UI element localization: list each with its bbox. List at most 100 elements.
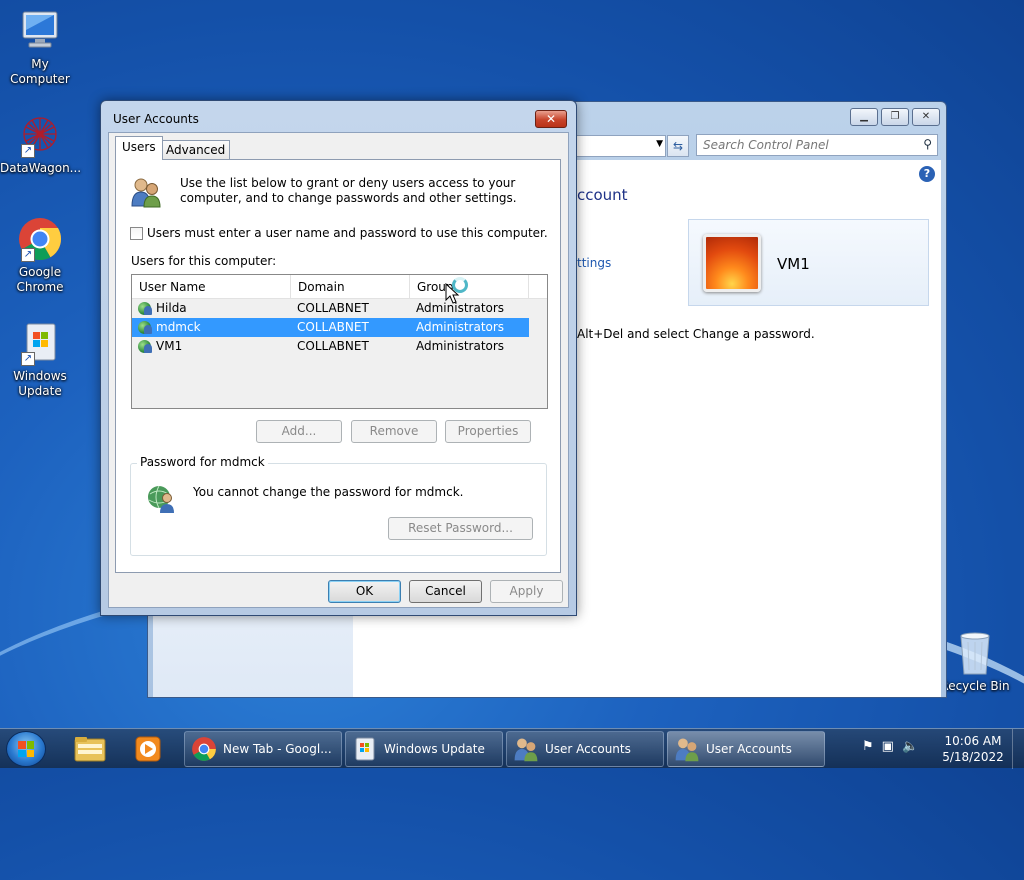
users-icon	[130, 176, 162, 208]
window-caption-buttons: ▁ ❐ ✕	[850, 108, 940, 126]
shortcut-arrow-icon: ↗	[21, 144, 35, 158]
datawagon-icon: ↗	[17, 112, 63, 158]
user-globe-icon	[138, 301, 153, 316]
media-player-icon	[135, 736, 161, 762]
column-header-domain[interactable]: Domain	[291, 275, 410, 298]
chrome-icon: ↗	[17, 216, 63, 262]
desktop-icon-recycle-bin[interactable]: Recycle Bin	[935, 630, 1015, 694]
users-list-label: Users for this computer:	[131, 254, 277, 268]
properties-button[interactable]: Properties	[445, 420, 531, 443]
folder-icon	[74, 737, 106, 762]
close-button[interactable]: ✕	[535, 110, 567, 128]
address-bar[interactable]: ▼	[568, 135, 666, 157]
user-accounts-dialog[interactable]: User Accounts ✕ Users Advanced Use the l…	[100, 100, 577, 616]
add-user-button[interactable]: Add...	[256, 420, 342, 443]
users-tab-panel: Use the list below to grant or deny user…	[115, 159, 561, 573]
desktop-icon-label: Windows Update	[13, 369, 67, 398]
maximize-button[interactable]: ❐	[881, 108, 909, 126]
column-header-filler	[529, 275, 547, 298]
taskbar-item-label: New Tab - Googl...	[223, 742, 332, 756]
cell-domain: COLLABNET	[297, 339, 369, 353]
password-group-title: Password for mdmck	[137, 455, 268, 469]
taskbar: New Tab - Googl... Windows Update User A…	[0, 728, 1024, 769]
password-group: Password for mdmck You cannot change the…	[130, 455, 547, 556]
search-input[interactable]: Search Control Panel ⚲	[696, 134, 938, 156]
password-message: You cannot change the password for mdmck…	[193, 485, 464, 499]
users-list[interactable]: User Name Domain Group Hilda COLLABNET A…	[131, 274, 548, 409]
checkbox-box[interactable]	[130, 226, 143, 240]
shortcut-arrow-icon: ↗	[21, 248, 35, 262]
table-row[interactable]: VM1 COLLABNET Administrators	[132, 337, 547, 356]
ok-button[interactable]: OK	[328, 580, 401, 603]
network-icon[interactable]: ▣	[882, 739, 894, 754]
taskbar-item-user-accounts-active[interactable]: User Accounts	[667, 731, 825, 767]
close-button[interactable]: ✕	[912, 108, 940, 126]
user-globe-icon	[138, 339, 153, 354]
settings-link[interactable]: ttings	[577, 256, 611, 270]
table-row[interactable]: Hilda COLLABNET Administrators	[132, 299, 547, 318]
desktop-icon-windows-update[interactable]: ↗ Windows Update	[0, 320, 80, 399]
require-password-checkbox[interactable]: Users must enter a user name and passwor…	[130, 226, 548, 240]
cell-domain: COLLABNET	[297, 320, 369, 334]
windows-update-icon: ↗	[17, 320, 63, 366]
account-tile: VM1	[688, 219, 929, 306]
chrome-icon	[191, 736, 217, 762]
list-header: User Name Domain Group	[132, 275, 547, 299]
checkbox-label[interactable]: Users must enter a user name and passwor…	[147, 226, 548, 240]
cell-user-name: mdmck	[156, 320, 201, 334]
taskbar-item-windows-update[interactable]: Windows Update	[345, 731, 503, 767]
search-icon[interactable]: ⚲	[923, 137, 932, 151]
desktop-icon-datawagon[interactable]: ↗ DataWagon...	[0, 112, 82, 176]
help-icon[interactable]: ?	[919, 166, 935, 182]
start-button[interactable]	[6, 731, 46, 767]
desktop-icon-label: DataWagon...	[0, 161, 82, 175]
pinned-media-player[interactable]	[122, 732, 174, 766]
user-globe-icon	[147, 484, 177, 514]
remove-user-button[interactable]: Remove	[351, 420, 437, 443]
cell-user-name: Hilda	[156, 301, 187, 315]
page-heading: ccount	[577, 186, 628, 204]
mouse-pointer-icon	[445, 282, 461, 305]
tab-users[interactable]: Users	[115, 136, 163, 160]
taskbar-item-label: User Accounts	[706, 742, 792, 756]
cancel-button[interactable]: Cancel	[409, 580, 482, 603]
desktop-icon-label: My Computer	[10, 57, 70, 86]
account-picture	[703, 234, 761, 292]
clock-date: 5/18/2022	[942, 750, 1004, 764]
pinned-explorer[interactable]	[64, 732, 116, 766]
desktop-icon-google-chrome[interactable]: ↗ Google Chrome	[0, 216, 80, 295]
cell-domain: COLLABNET	[297, 301, 369, 315]
volume-icon[interactable]: 🔈	[902, 739, 918, 754]
chevron-down-icon[interactable]: ▼	[656, 139, 663, 149]
clock-time: 10:06 AM	[944, 734, 1002, 748]
dialog-client-area: Users Advanced Use the list below to gra…	[108, 132, 569, 608]
column-header-user-name[interactable]: User Name	[132, 275, 291, 298]
cell-user-name: VM1	[156, 339, 183, 353]
action-center-flag-icon[interactable]: ⚑	[862, 739, 874, 754]
taskbar-item-label: User Accounts	[545, 742, 631, 756]
shortcut-arrow-icon: ↗	[21, 352, 35, 366]
show-desktop-button[interactable]	[1012, 729, 1024, 769]
clock[interactable]: 10:06 AM 5/18/2022	[940, 733, 1006, 765]
computer-icon	[17, 8, 63, 54]
user-globe-icon	[138, 320, 153, 335]
dialog-title: User Accounts	[113, 112, 199, 126]
cell-group: Administrators	[416, 301, 505, 315]
search-placeholder: Search Control Panel	[703, 138, 829, 152]
tab-advanced[interactable]: Advanced	[161, 140, 231, 160]
minimize-button[interactable]: ▁	[850, 108, 878, 126]
cell-group: Administrators	[416, 320, 505, 334]
table-row-selected[interactable]: mdmck COLLABNET Administrators	[132, 318, 529, 337]
recycle-bin-icon	[955, 630, 995, 676]
reset-password-button[interactable]: Reset Password...	[388, 517, 533, 540]
taskbar-item-label: Windows Update	[384, 742, 485, 756]
taskbar-item-chrome[interactable]: New Tab - Googl...	[184, 731, 342, 767]
system-tray: ⚑ ▣ 🔈	[862, 739, 918, 754]
taskbar-item-user-accounts[interactable]: User Accounts	[506, 731, 664, 767]
users-icon	[513, 736, 539, 762]
apply-button[interactable]: Apply	[490, 580, 563, 603]
column-header-group[interactable]: Group	[410, 275, 529, 298]
desktop-icon-my-computer[interactable]: My Computer	[0, 8, 80, 87]
refresh-button[interactable]: ⇆	[667, 135, 689, 157]
account-name: VM1	[777, 255, 810, 273]
